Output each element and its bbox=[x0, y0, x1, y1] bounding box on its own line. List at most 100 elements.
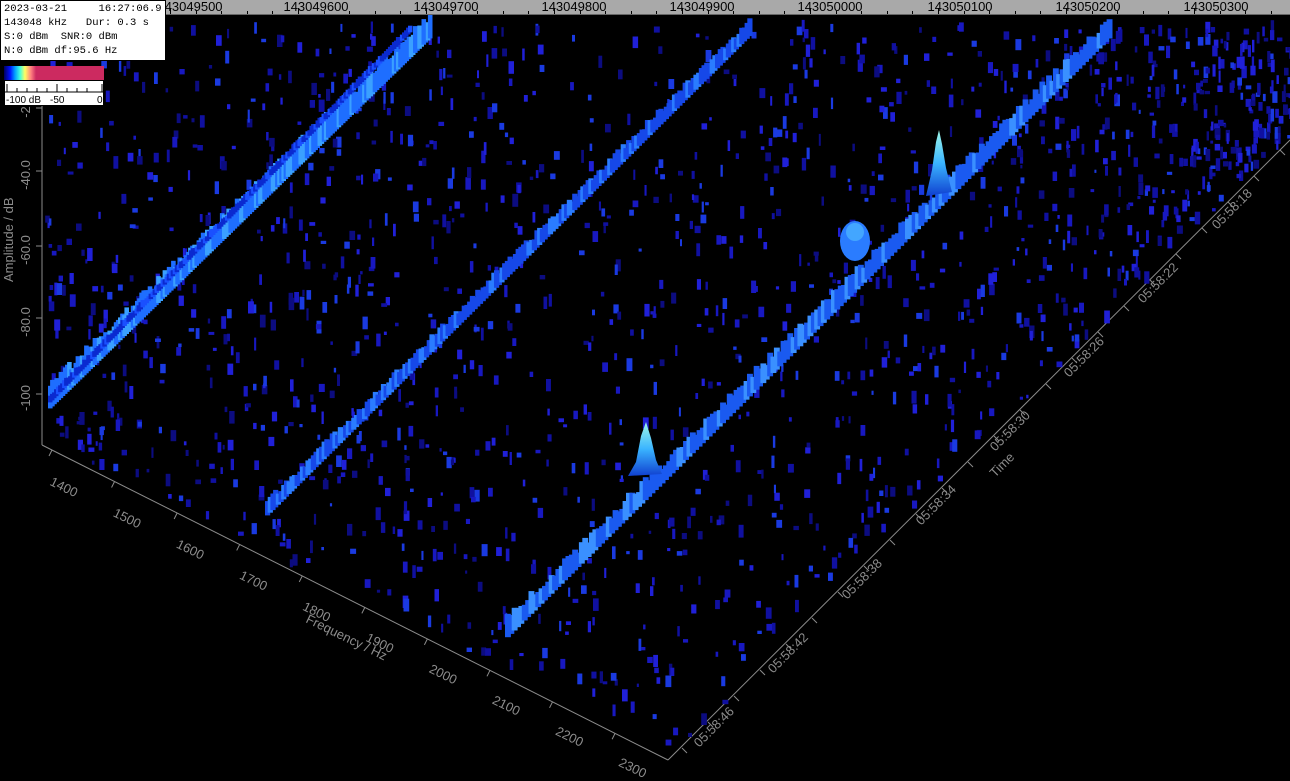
noise-speckle bbox=[1119, 29, 1123, 42]
noise-speckle bbox=[1004, 206, 1009, 217]
noise-speckle bbox=[358, 274, 361, 284]
noise-speckle bbox=[773, 165, 780, 174]
noise-speckle bbox=[733, 346, 737, 350]
noise-speckle bbox=[485, 441, 491, 451]
noise-speckle bbox=[76, 421, 82, 425]
noise-speckle bbox=[907, 485, 913, 496]
ruler-tick-label: 143049900 bbox=[669, 0, 735, 14]
noise-speckle bbox=[635, 583, 640, 593]
noise-speckle bbox=[115, 254, 119, 263]
noise-speckle bbox=[801, 157, 807, 171]
frequency-ruler[interactable]: 143049500 143049600 143049700 143049800 1430… bbox=[0, 0, 1290, 15]
time-tick-label: 05:58:42 bbox=[765, 630, 811, 676]
noise-speckle bbox=[763, 242, 768, 250]
frequency-tick-label: 2200 bbox=[553, 723, 586, 749]
noise-speckle bbox=[1270, 20, 1275, 31]
noise-speckle bbox=[814, 574, 820, 578]
noise-speckle bbox=[121, 449, 127, 456]
noise-speckle bbox=[903, 334, 908, 347]
noise-speckle bbox=[1070, 263, 1073, 272]
noise-speckle bbox=[1016, 247, 1020, 251]
trace-segment bbox=[427, 11, 433, 39]
noise-speckle bbox=[1200, 80, 1203, 87]
noise-speckle bbox=[860, 295, 864, 306]
noise-speckle bbox=[337, 476, 341, 484]
noise-speckle bbox=[738, 355, 742, 363]
noise-speckle bbox=[408, 425, 414, 437]
noise-speckle bbox=[848, 416, 851, 424]
noise-speckle bbox=[1003, 31, 1010, 40]
noise-speckle bbox=[1154, 153, 1160, 159]
noise-speckle bbox=[383, 91, 386, 104]
noise-speckle bbox=[633, 169, 636, 180]
noise-speckle bbox=[276, 217, 280, 224]
noise-speckle bbox=[266, 162, 269, 170]
noise-speckle bbox=[481, 544, 488, 557]
noise-speckle bbox=[1144, 34, 1149, 46]
noise-speckle bbox=[1010, 158, 1017, 165]
noise-speckle bbox=[884, 485, 888, 498]
noise-speckle bbox=[539, 164, 545, 173]
noise-speckle bbox=[916, 480, 921, 490]
noise-speckle bbox=[852, 533, 857, 539]
noise-speckle bbox=[457, 349, 463, 360]
noise-speckle bbox=[486, 54, 489, 67]
noise-speckle bbox=[1262, 26, 1265, 37]
noise-speckle bbox=[1223, 40, 1227, 49]
noise-speckle bbox=[675, 214, 680, 221]
noise-speckle bbox=[169, 26, 174, 32]
noise-speckle bbox=[947, 393, 952, 407]
noise-speckle bbox=[529, 371, 534, 377]
noise-speckle bbox=[1229, 82, 1235, 93]
noise-speckle bbox=[491, 48, 498, 59]
noise-speckle bbox=[124, 381, 128, 393]
noise-speckle bbox=[587, 412, 592, 421]
noise-speckle bbox=[678, 170, 683, 176]
noise-speckle bbox=[105, 90, 110, 103]
noise-speckle bbox=[333, 367, 337, 373]
noise-speckle bbox=[1041, 331, 1044, 342]
noise-speckle bbox=[485, 202, 488, 212]
noise-speckle bbox=[589, 143, 593, 151]
noise-speckle bbox=[1171, 190, 1175, 194]
noise-speckle bbox=[598, 201, 601, 211]
noise-speckle bbox=[123, 66, 127, 76]
noise-speckle bbox=[371, 36, 376, 46]
noise-speckle bbox=[583, 404, 587, 415]
noise-speckle bbox=[67, 171, 74, 175]
frequency-tick-mark bbox=[298, 575, 303, 583]
noise-speckle bbox=[1103, 158, 1108, 165]
noise-speckle bbox=[360, 445, 366, 452]
frequency-tick-mark bbox=[486, 670, 491, 677]
noise-speckle bbox=[286, 539, 291, 549]
noise-speckle bbox=[838, 552, 842, 558]
noise-speckle bbox=[704, 474, 710, 481]
noise-speckle bbox=[653, 196, 659, 203]
waterfall-3d-plot[interactable]: -2 -40.0 -60.0 -80.0 -100 Amplitude / dB 140… bbox=[0, 0, 1290, 781]
time-axis-label: Time bbox=[987, 449, 1018, 480]
noise-speckle bbox=[443, 68, 446, 79]
noise-speckle bbox=[847, 178, 851, 183]
noise-speckle bbox=[138, 149, 141, 158]
noise-speckle bbox=[482, 31, 487, 42]
noise-speckle bbox=[514, 222, 518, 228]
noise-speckle bbox=[1152, 120, 1157, 126]
noise-speckle bbox=[87, 427, 91, 432]
noise-speckle bbox=[700, 214, 707, 224]
peak-lower bbox=[628, 422, 662, 476]
noise-speckle bbox=[394, 272, 400, 278]
noise-speckle bbox=[589, 118, 594, 123]
noise-speckle bbox=[282, 533, 286, 541]
noise-speckle bbox=[1246, 149, 1251, 156]
noise-speckle bbox=[230, 346, 234, 356]
noise-speckle bbox=[208, 331, 215, 335]
noise-speckle bbox=[289, 182, 293, 193]
noise-speckle bbox=[1243, 28, 1250, 35]
noise-speckle bbox=[1105, 165, 1108, 176]
noise-speckle bbox=[1158, 46, 1165, 51]
noise-speckle bbox=[670, 429, 674, 441]
noise-speckle bbox=[637, 550, 643, 560]
noise-speckle bbox=[862, 37, 867, 44]
legend-tick-min: -100 dB bbox=[6, 95, 42, 106]
noise-speckle bbox=[532, 90, 536, 96]
